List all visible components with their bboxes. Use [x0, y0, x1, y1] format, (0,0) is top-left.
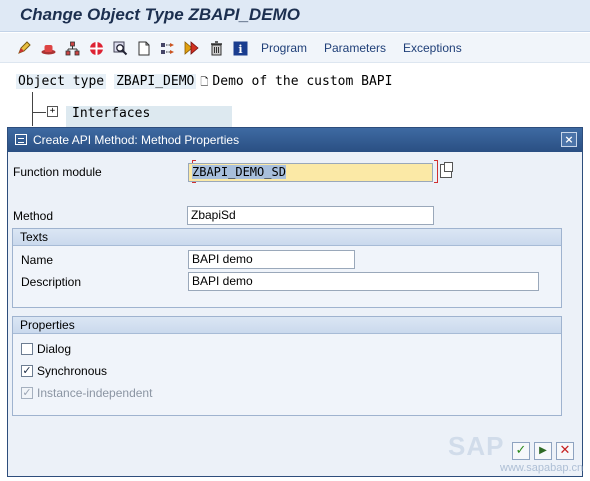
- watermark-logo: SAP: [448, 431, 505, 461]
- texts-group: Texts Name BAPI demo Description BAPI de…: [12, 228, 562, 308]
- description-label: Description: [21, 275, 82, 289]
- network-icon[interactable]: [64, 40, 80, 56]
- edit-pencil-icon[interactable]: [16, 40, 32, 56]
- cancel-icon[interactable]: ✕: [556, 442, 574, 460]
- dialog-checkbox[interactable]: [21, 343, 33, 355]
- required-marker: [434, 160, 438, 183]
- dialog-title-bar[interactable]: Create API Method: Method Properties ×: [8, 128, 582, 152]
- method-input[interactable]: ZbapiSd: [187, 206, 434, 225]
- function-module-label: Function module: [13, 165, 102, 179]
- method-label: Method: [13, 209, 54, 223]
- properties-group: Properties Dialog ✓ Synchronous ✓ Instan…: [12, 316, 562, 416]
- screen-title-bar: Change Object Type ZBAPI_DEMO: [0, 0, 590, 32]
- tree-node-interfaces[interactable]: Interfaces: [66, 106, 232, 122]
- application-toolbar: i Program Parameters Exceptions: [0, 33, 590, 63]
- texts-group-heading: Texts: [13, 229, 561, 246]
- document-icon[interactable]: [136, 40, 152, 56]
- magnifier-icon[interactable]: [112, 40, 128, 56]
- properties-group-heading: Properties: [13, 317, 561, 334]
- screen-title: Change Object Type ZBAPI_DEMO: [20, 5, 300, 24]
- object-description: Demo of the custom BAPI: [212, 74, 393, 89]
- name-input[interactable]: BAPI demo: [188, 250, 355, 269]
- description-input[interactable]: BAPI demo: [188, 272, 539, 291]
- function-module-input[interactable]: ZBAPI_DEMO_SD: [188, 163, 433, 182]
- confirm-icon[interactable]: ✓: [512, 442, 530, 460]
- tree-connector: [32, 112, 46, 113]
- document-icon: 🗋: [200, 77, 209, 88]
- name-label: Name: [21, 253, 54, 267]
- value-help-icon[interactable]: [440, 162, 453, 178]
- expand-node-icon[interactable]: +: [47, 106, 58, 117]
- hat-icon[interactable]: [40, 40, 56, 56]
- dialog-title: Create API Method: Method Properties: [33, 133, 240, 147]
- instance-independent-checkbox-label: Instance-independent: [37, 386, 153, 400]
- info-icon[interactable]: i: [232, 40, 248, 56]
- tree-connector: [32, 92, 33, 126]
- instance-independent-checkbox: ✓: [21, 386, 33, 399]
- watermark-url: www.sapabap.cn: [500, 462, 584, 474]
- split-icon[interactable]: [159, 40, 175, 56]
- next-icon[interactable]: ▶: [534, 442, 552, 460]
- method-properties-dialog: Create API Method: Method Properties × F…: [7, 127, 583, 477]
- dialog-window-icon: [15, 134, 27, 145]
- trash-icon[interactable]: [208, 40, 224, 56]
- svg-text:i: i: [238, 43, 242, 56]
- exceptions-button[interactable]: Exceptions: [403, 41, 462, 55]
- synchronous-checkbox-label: Synchronous: [37, 364, 108, 378]
- close-icon[interactable]: ×: [561, 132, 577, 147]
- parameters-button[interactable]: Parameters: [324, 41, 386, 55]
- fast-forward-icon[interactable]: [184, 40, 200, 56]
- test-icon[interactable]: [88, 40, 104, 56]
- object-type-tree-root[interactable]: Object type ZBAPI_DEMO 🗋 Demo of the custom…: [16, 74, 392, 92]
- dialog-checkbox-label: Dialog: [37, 342, 72, 356]
- program-button[interactable]: Program: [261, 41, 307, 55]
- synchronous-checkbox[interactable]: ✓: [21, 365, 33, 377]
- object-type-label: Object type: [16, 74, 107, 89]
- object-name: ZBAPI_DEMO: [114, 74, 197, 89]
